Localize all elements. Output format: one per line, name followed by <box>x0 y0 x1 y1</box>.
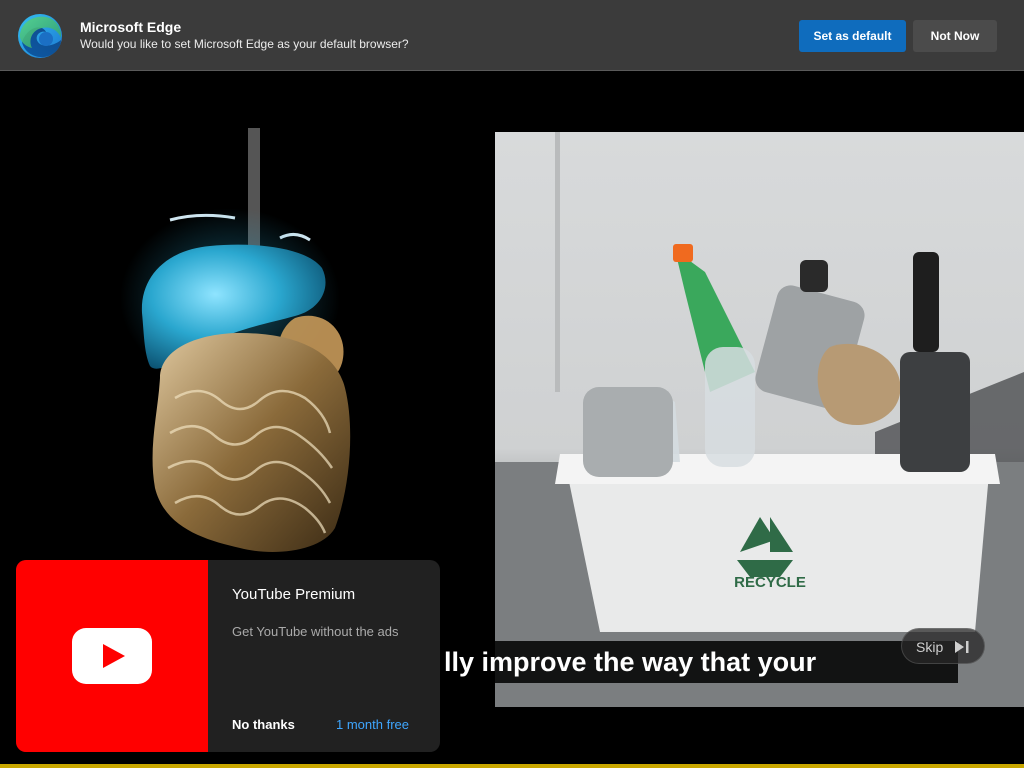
video-frame-recycle-bin: RECYCLE <box>495 132 1024 707</box>
bottom-accent-line <box>0 764 1024 768</box>
edge-logo-icon <box>18 14 62 58</box>
promo-description: Get YouTube without the ads <box>232 624 399 639</box>
skip-ad-button[interactable]: Skip <box>901 628 985 664</box>
video-caption: lly improve the way that your <box>440 641 958 683</box>
youtube-premium-promo: YouTube Premium Get YouTube without the … <box>16 560 440 752</box>
edge-default-browser-bar: Microsoft Edge Would you like to set Mic… <box>0 0 1024 71</box>
promo-logo-panel <box>16 560 208 752</box>
bin-label: RECYCLE <box>734 574 806 591</box>
edge-prompt-title: Microsoft Edge <box>80 19 182 35</box>
one-month-free-button[interactable]: 1 month free <box>336 717 409 732</box>
edge-prompt-message: Would you like to set Microsoft Edge as … <box>80 37 409 51</box>
no-thanks-button[interactable]: No thanks <box>232 717 295 732</box>
youtube-play-icon <box>72 628 152 684</box>
recycle-bin-illustration: RECYCLE <box>495 132 1024 707</box>
promo-title: YouTube Premium <box>232 586 356 603</box>
anatomy-illustration <box>120 128 351 552</box>
not-now-button[interactable]: Not Now <box>913 20 997 52</box>
set-as-default-button[interactable]: Set as default <box>799 20 906 52</box>
skip-label: Skip <box>916 639 944 655</box>
skip-next-icon <box>955 641 969 653</box>
